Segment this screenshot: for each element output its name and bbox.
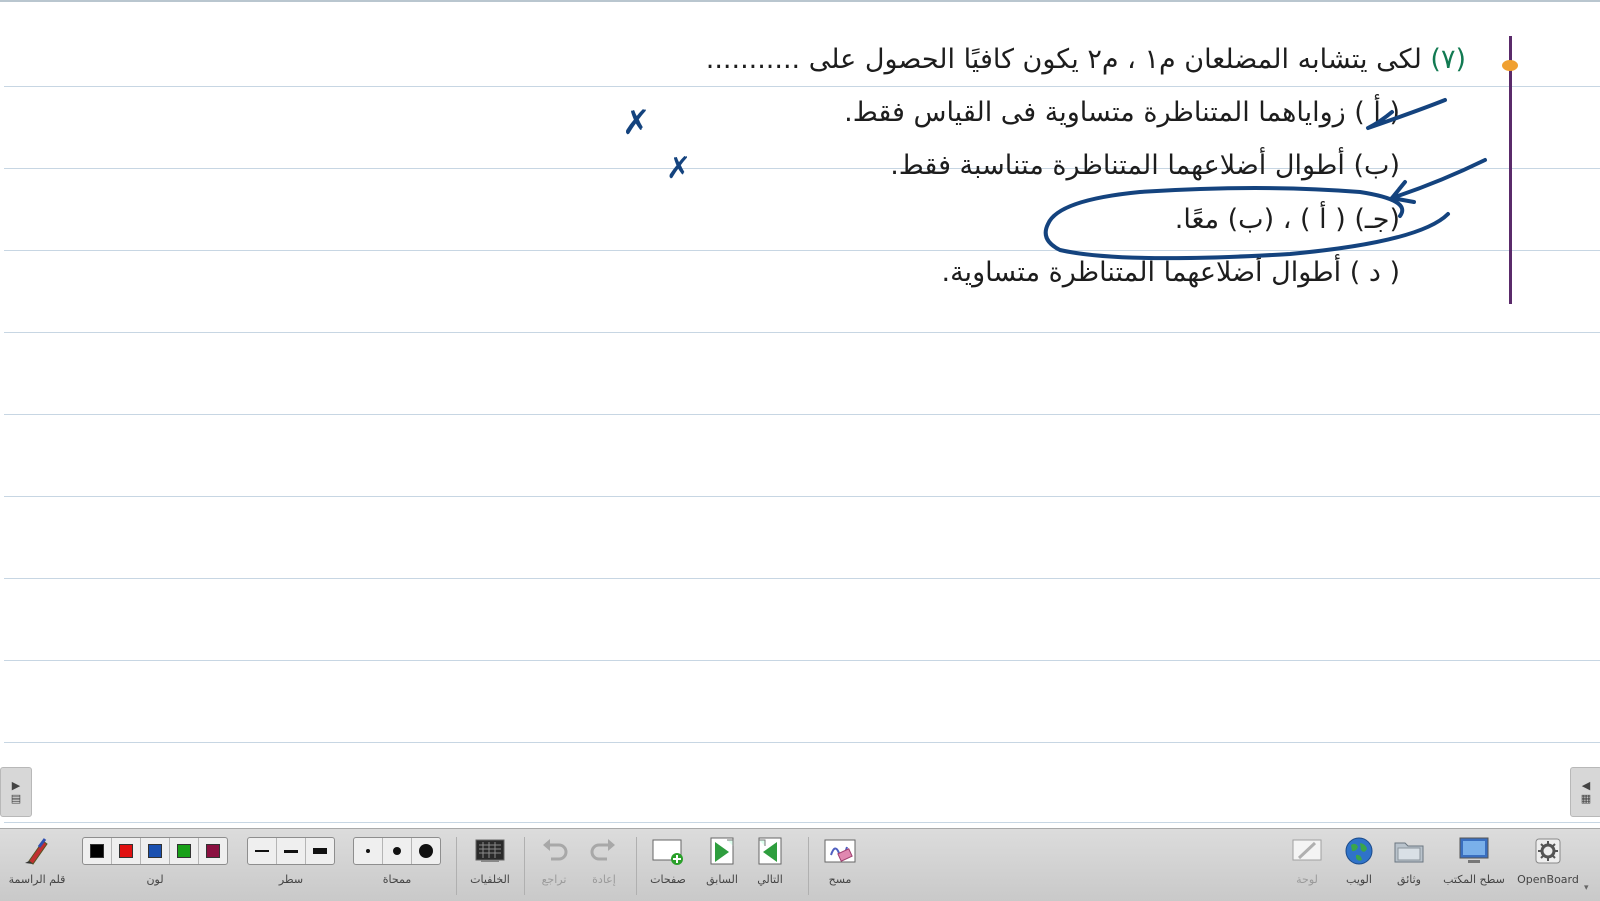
whiteboard-canvas[interactable]: (٧) لكى يتشابه المضلعان م١ ، م٢ يكون كاف… [0, 0, 1600, 828]
backgrounds-button[interactable]: الخلفيات [462, 835, 518, 897]
pen-tool[interactable]: قلم الراسمة [6, 835, 68, 897]
next-page-icon [755, 835, 785, 867]
library-icon: ▦ [1580, 792, 1592, 805]
redo-button[interactable]: إعادة [580, 835, 628, 897]
backgrounds-label: الخلفيات [470, 873, 510, 886]
ink-x-mark-b: ✗ [666, 151, 691, 186]
color-green[interactable] [170, 838, 199, 864]
line-width-tool: سطر [246, 835, 336, 897]
pages-label: صفحات [650, 873, 686, 886]
clear-page-icon [823, 835, 857, 867]
toolbar-separator [808, 837, 809, 895]
toolbar-separator [636, 837, 637, 895]
ruled-line [4, 660, 1600, 661]
ruled-line [4, 496, 1600, 497]
right-palette-toggle[interactable]: ◀ ▦ [1570, 767, 1600, 817]
globe-icon [1344, 835, 1374, 867]
line-label: سطر [278, 873, 304, 886]
next-page-button[interactable]: التالي [744, 835, 796, 897]
left-palette-toggle[interactable]: ▶ ▤ [0, 767, 32, 817]
undo-button[interactable]: تراجع [530, 835, 578, 897]
ruled-line [4, 578, 1600, 579]
clear-page-button[interactable]: مسح [812, 835, 868, 897]
toolbar-separator [456, 837, 457, 895]
redo-icon [589, 835, 619, 867]
margin-line [1509, 36, 1512, 304]
next-label: التالي [757, 873, 783, 886]
color-swatches [82, 837, 228, 865]
openboard-label: OpenBoard [1517, 873, 1579, 886]
eraser-size-tool: ممحاة [352, 835, 442, 897]
eraser-size-options [353, 837, 441, 865]
color-picker: لون [80, 835, 230, 897]
question-stem-line: (٧) لكى يتشابه المضلعان م١ ، م٢ يكون كاف… [706, 44, 1466, 75]
ink-arrow-b [1390, 158, 1487, 204]
ruled-line [4, 332, 1600, 333]
color-label: لون [146, 873, 164, 886]
color-blue[interactable] [141, 838, 170, 864]
folder-icon [1393, 835, 1425, 867]
gear-icon [1533, 835, 1563, 867]
question-image[interactable]: (٧) لكى يتشابه المضلعان م١ ، م٢ يكون كاف… [0, 2, 1600, 322]
eraser-large[interactable] [412, 838, 440, 864]
color-maroon[interactable] [199, 838, 227, 864]
toolbar-separator [524, 837, 525, 895]
color-black[interactable] [83, 838, 112, 864]
desktop-mode-button[interactable]: سطح المكتب [1436, 835, 1512, 897]
option-b: (ب) أطوال أضلاعهما المتناظرة متناسبة فقط… [890, 150, 1400, 181]
documents-label: وثائق [1397, 873, 1421, 886]
previous-label: السابق [706, 873, 738, 886]
undo-label: تراجع [541, 873, 567, 886]
line-width-options [247, 837, 335, 865]
option-a: ( أ ) زواياهما المتناظرة متساوية فى القي… [844, 97, 1400, 128]
ink-x-mark-a: ✗ [622, 103, 651, 143]
expand-right-icon: ▶ [11, 779, 21, 792]
line-medium[interactable] [277, 838, 306, 864]
pen-label: قلم الراسمة [8, 873, 66, 886]
add-page-icon [651, 835, 685, 867]
bottom-toolbar: قلم الراسمة لون سطر ممحاة الخلفيات تراجع… [0, 828, 1600, 901]
backgrounds-icon [475, 835, 505, 867]
web-mode-button[interactable]: الويب [1334, 835, 1384, 897]
ruled-line [4, 822, 1600, 823]
eraser-small[interactable] [354, 838, 383, 864]
margin-dot [1502, 60, 1518, 71]
documents-mode-button[interactable]: وثائق [1384, 835, 1434, 897]
pen-icon [21, 835, 53, 867]
question-number: (٧) [1430, 44, 1466, 75]
desktop-icon [1458, 835, 1490, 867]
add-page-button[interactable]: صفحات [642, 835, 694, 897]
expand-left-icon: ◀ [1581, 779, 1591, 792]
previous-page-button[interactable]: السابق [696, 835, 748, 897]
board-mode-button[interactable]: لوحة [1282, 835, 1332, 897]
board-label: لوحة [1296, 873, 1318, 886]
question-stem: لكى يتشابه المضلعان م١ ، م٢ يكون كافيًا … [705, 44, 1422, 75]
line-thick[interactable] [306, 838, 334, 864]
line-thin[interactable] [248, 838, 277, 864]
ruled-line [4, 414, 1600, 415]
undo-icon [539, 835, 569, 867]
web-label: الويب [1346, 873, 1372, 886]
clear-label: مسح [828, 873, 852, 886]
ruled-line [4, 742, 1600, 743]
openboard-menu-button[interactable]: OpenBoard [1514, 835, 1582, 897]
desktop-label: سطح المكتب [1443, 873, 1505, 886]
option-d: ( د ) أطوال أضلاعهما المتناظرة متساوية. [941, 257, 1400, 288]
previous-page-icon [707, 835, 737, 867]
page-list-icon: ▤ [10, 792, 22, 805]
eraser-medium[interactable] [383, 838, 412, 864]
redo-label: إعادة [592, 873, 616, 886]
board-icon [1291, 835, 1323, 867]
toolbar-resize-grip-icon[interactable]: ▾ [1584, 883, 1589, 893]
eraser-label: ممحاة [382, 873, 412, 886]
option-c: (جـ) ( أ ) ، (ب) معًا. [1174, 204, 1400, 235]
color-red[interactable] [112, 838, 141, 864]
